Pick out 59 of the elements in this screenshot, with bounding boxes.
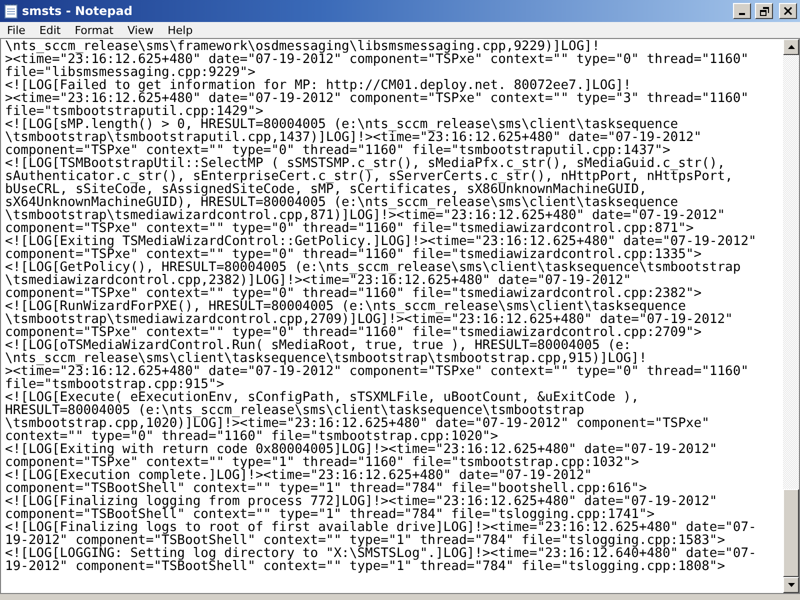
- log-line: <![LOG[Exiting with return code 0x80004005]LOG]!><time="23:16:12.625+480" date="07-19-2012": [5, 443, 718, 456]
- log-line: <![LOG[Finalizing logging from process 772]LOG]!><time="23:16:12.625+480" date="07-19-2012": [5, 495, 718, 508]
- log-line: bUseCRL, sSiteCode, sAssignedSiteCode, sMP, sCertificates, sX86UnknownMachineGUID,: [5, 183, 647, 196]
- log-line: ><time="23:16:12.625+480" date="07-19-2012" component="TSPxe" context="" type="0" thread="1160": [5, 53, 749, 66]
- window-title: smsts - Notepad: [22, 4, 134, 18]
- log-line: <![LOG[Execution complete.]LOG]!><time="23:16:12.625+480" date="07-19-2012": [5, 469, 592, 482]
- scroll-up-button[interactable]: [783, 39, 799, 55]
- scroll-thumb[interactable]: [783, 489, 799, 577]
- log-line: \tsmediawizardcontrol.cpp,2382)]LOG]!><time="23:16:12.625+480" date="07-19-2012": [5, 274, 632, 287]
- log-line: \tsmbootstrap\tsmediawizardcontrol.cpp,2709)]LOG]!><time="23:16:12.625+480" date="07-19-2012": [5, 313, 733, 326]
- log-line: component="TSBootShell" context="" type="1" thread="784" file="bootshell.cpp:616">: [5, 482, 647, 495]
- menu-item[interactable]: Format: [68, 24, 120, 36]
- menu-item[interactable]: Help: [160, 24, 200, 36]
- log-line: <![LOG[Exiting TSMediaWizardControl::GetPolicy.]LOG]!><time="23:16:12.625+480" date="07-19-2012": [5, 235, 756, 248]
- restore-button[interactable]: [755, 3, 773, 19]
- scroll-bar[interactable]: [783, 39, 799, 593]
- log-line: file="tsmbootstrap.cpp:915">: [5, 378, 224, 391]
- restore-icon: [760, 6, 768, 16]
- log-line: <![LOG[RunWizardForPXE(), HRESULT=80004005 (e:\nts_sccm_release\sms\client\tasksequence: [5, 300, 686, 313]
- log-line: \tsmbootstrap\tsmediawizardcontrol.cpp,871)]LOG]!><time="23:16:12.625+480" date="07-19-2012": [5, 209, 726, 222]
- log-line: <![LOG[GetPolicy(), HRESULT=80004005 (e:\nts_sccm_release\sms\client\tasksequence\tsmbootstrap: [5, 261, 741, 274]
- log-line: ><time="23:16:12.625+480" date="07-19-2012" component="TSPxe" context="" type="3" thread="1160": [5, 92, 749, 105]
- log-line: 19-2012" component="TSBootShell" context="" type="1" thread="784" file="tslogging.cpp:1583">: [5, 534, 726, 547]
- log-line: \tsmbootstrap.cpp,1020)]LOG]!><time="23:16:12.625+480" date="07-19-2012" component="TSPxe": [5, 417, 710, 430]
- down-arrow-icon: [788, 583, 794, 587]
- menu-item[interactable]: Edit: [32, 24, 68, 36]
- log-line: <![LOG[TSMBootstrapUtil::SelectMP ( sSMSTSMP.c_str(), sMediaPfx.c_str(), sMediaGuid.c_str(),: [5, 157, 726, 170]
- up-arrow-icon: [788, 45, 794, 49]
- log-line: <![LOG[Finalizing logs to root of first available drive]LOG]!><time="23:16:12.625+480" date="07-: [5, 521, 756, 534]
- log-line: sAuthenticator.c_str(), sEnterpriseCert.c_str(), sServerCerts.c_str(), nHttpPort, nHttpsPort,: [5, 170, 733, 183]
- close-button[interactable]: [779, 3, 797, 19]
- log-line: 19-2012" component="TSBootShell" context="" type="1" thread="784" file="tslogging.cpp:1808">: [5, 560, 726, 573]
- log-line: sX64UnknownMachineGUID), HRESULT=80004005 (e:\nts_sccm_release\sms\client\tasksequence: [5, 196, 678, 209]
- log-line: component="TSPxe" context="" type="0" thread="1160" file="tsmediawizardcontrol.cpp:2382">: [5, 287, 702, 300]
- notepad-icon: [4, 3, 18, 19]
- log-line: component="TSPxe" context="" type="0" thread="1160" file="tsmediawizardcontrol.cpp:1335">: [5, 248, 702, 261]
- log-line: \tsmbootstrap\tsmbootstraputil.cpp,1437)]LOG]!><time="23:16:12.625+480" date="07-19-2012": [5, 131, 702, 144]
- log-line: HRESULT=80004005 (e:\nts_sccm_release\sms\client\tasksequence\tsmbootstrap: [5, 404, 584, 417]
- menu-item[interactable]: View: [120, 24, 161, 36]
- log-line: <![LOG[sMP.length() > 0, HRESULT=80004005 (e:\nts_sccm_release\sms\client\tasksequence: [5, 118, 678, 131]
- log-line: component="TSBootShell" context="" type="1" thread="784" file="tslogging.cpp:1741">: [5, 508, 655, 521]
- log-line: <![LOG[oTSMediaWizardControl.Run( sMediaRoot, true, true ), HRESULT=80004005 (e:: [5, 339, 632, 352]
- scroll-down-button[interactable]: [783, 577, 799, 593]
- log-line: file="tsmbootstraputil.cpp:1429">: [5, 105, 264, 118]
- log-line: <![LOG[Execute( eExecutionEnv, sConfigPath, sTSXMLFile, uBootCount, &uExitCode ),: [5, 391, 639, 404]
- log-line: component="TSPxe" context="" type="0" thread="1160" file="tsmbootstraputil.cpp:1437">: [5, 144, 670, 157]
- log-line: context="" type="0" thread="1160" file="tsmbootstrap.cpp:1020">: [5, 430, 498, 443]
- log-line: component="TSPxe" context="" type="1" thread="1160" file="tsmbootstrap.cpp:1032">: [5, 456, 639, 469]
- log-line: file="libsmsmessaging.cpp:9229">: [5, 66, 256, 79]
- minimize-button[interactable]: [733, 3, 751, 19]
- log-line: \nts_sccm_release\sms\client\tasksequence\tsmbootstrap\tsmbootstrap.cpp,915)]LOG]!: [5, 352, 647, 365]
- log-line: <![LOG[Failed to get information for MP: http://CM01.deploy.net. 80072ee7.]LOG]!: [5, 79, 632, 92]
- log-line: \nts_sccm_release\sms\framework\osdmessaging\libsmsmessaging.cpp,9229)]LOG]!: [5, 40, 600, 53]
- log-line: component="TSPxe" context="" type="0" thread="1160" file="tsmediawizardcontrol.cpp:2709">: [5, 326, 702, 339]
- log-line: ><time="23:16:12.625+480" date="07-19-2012" component="TSPxe" context="" type="0" thread="1160": [5, 365, 749, 378]
- menu-item[interactable]: File: [0, 24, 32, 36]
- log-line: component="TSPxe" context="" type="0" thread="1160" file="tsmediawizardcontrol.cpp:871">: [5, 222, 694, 235]
- close-icon: [784, 7, 792, 15]
- log-line: <![LOG[LOGGING: Setting log directory to "X:\SMSTSLog".]LOG]!><time="23:16:12.640+480" date="07-: [5, 547, 756, 560]
